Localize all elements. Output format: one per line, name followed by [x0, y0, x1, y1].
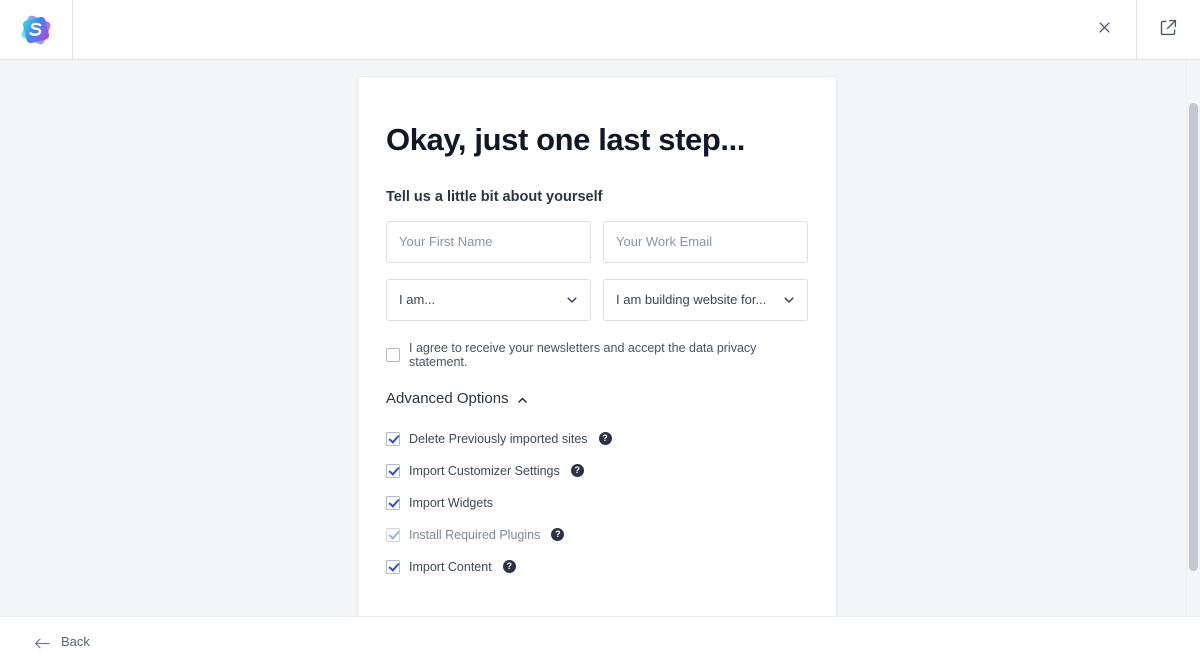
advanced-option-row[interactable]: Import Content?: [386, 551, 808, 583]
newsletter-agreement-row[interactable]: I agree to receive your newsletters and …: [386, 341, 808, 369]
brand-logo-cell: [0, 0, 73, 59]
advanced-options-list: Delete Previously imported sites? Import …: [386, 423, 808, 583]
role-select[interactable]: I am...: [386, 278, 591, 321]
arrow-left-icon: [34, 636, 50, 649]
page-title: Okay, just one last step...: [386, 122, 746, 157]
external-link-icon: [1160, 19, 1177, 41]
advanced-option-label: Import Customizer Settings: [409, 463, 560, 478]
chevron-up-icon: [517, 393, 528, 404]
newsletter-agreement-label: I agree to receive your newsletters and …: [409, 340, 757, 369]
advanced-option-label: Import Widgets: [409, 495, 494, 510]
vertical-scrollbar-track[interactable]: [1186, 60, 1200, 616]
back-button-label: Back: [61, 634, 90, 649]
vertical-scrollbar-thumb[interactable]: [1189, 103, 1198, 571]
advanced-option-row[interactable]: Delete Previously imported sites?: [386, 423, 808, 455]
advanced-option-label: Import Content: [409, 559, 492, 574]
chevron-down-icon: [783, 294, 795, 306]
help-icon[interactable]: ?: [570, 464, 584, 478]
advanced-option-checkbox[interactable]: [386, 495, 400, 510]
advanced-option-checkbox[interactable]: [386, 527, 400, 542]
purpose-select-field: I am building website for...: [603, 278, 808, 321]
app-footer: Back: [0, 616, 1200, 666]
advanced-option-label: Install Required Plugins: [409, 527, 541, 542]
role-select-value: I am...: [399, 292, 436, 308]
advanced-option-checkbox[interactable]: [386, 463, 400, 478]
header-spacer: [73, 0, 1072, 59]
newsletter-agreement-checkbox[interactable]: [386, 347, 400, 362]
chevron-down-icon: [566, 294, 578, 306]
close-icon: [1097, 20, 1112, 40]
help-icon[interactable]: ?: [551, 528, 565, 542]
role-select-field: I am...: [386, 278, 591, 321]
work-email-field: [603, 220, 808, 263]
open-external-button[interactable]: [1136, 0, 1200, 59]
brand-logo: [18, 12, 54, 48]
first-name-input[interactable]: [386, 220, 591, 263]
help-icon[interactable]: ?: [598, 432, 612, 446]
advanced-options-toggle[interactable]: Advanced Options: [386, 390, 528, 407]
purpose-select[interactable]: I am building website for...: [603, 278, 808, 321]
main-scroll-area: Okay, just one last step... Tell us a li…: [0, 60, 1200, 616]
onboarding-card: Okay, just one last step... Tell us a li…: [358, 77, 836, 616]
advanced-option-row[interactable]: Import Customizer Settings?: [386, 455, 808, 487]
advanced-option-row[interactable]: Install Required Plugins?: [386, 519, 808, 551]
app-header: [0, 0, 1200, 60]
onboarding-window: Okay, just one last step... Tell us a li…: [0, 0, 1200, 666]
advanced-option-row[interactable]: Import Widgets: [386, 487, 808, 519]
work-email-input[interactable]: [603, 220, 808, 263]
name-email-row: [386, 220, 808, 263]
advanced-option-label: Delete Previously imported sites: [409, 431, 588, 446]
close-button[interactable]: [1072, 0, 1136, 59]
purpose-select-value: I am building website for...: [616, 292, 767, 308]
first-name-field: [386, 220, 591, 263]
advanced-option-checkbox[interactable]: [386, 431, 400, 446]
page-subtitle: Tell us a little bit about yourself: [386, 188, 603, 205]
advanced-option-checkbox[interactable]: [386, 559, 400, 574]
back-button[interactable]: Back: [34, 634, 90, 649]
advanced-options-label: Advanced Options: [386, 389, 509, 407]
help-icon[interactable]: ?: [502, 560, 516, 574]
role-purpose-row: I am... I am building website for...: [386, 278, 808, 321]
